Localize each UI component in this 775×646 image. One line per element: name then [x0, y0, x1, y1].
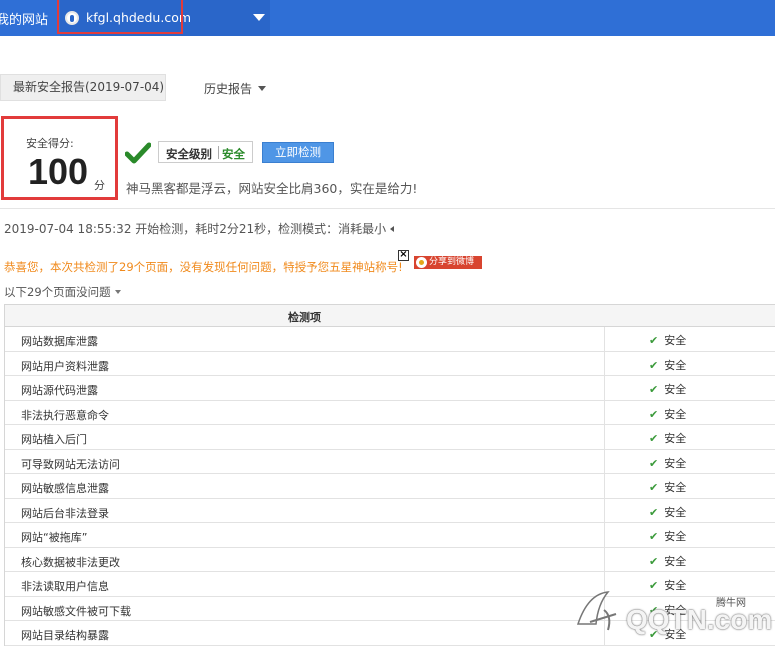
my-sites-link[interactable]: 我的网站 — [0, 9, 48, 28]
check-item-name: 可导致网站无法访问 — [21, 457, 120, 471]
check-item-status: ✔ 安全 — [604, 327, 775, 351]
security-level-label: 安全级别 — [166, 147, 212, 161]
close-icon[interactable]: × — [398, 250, 409, 261]
check-item-name: 网站用户资料泄露 — [21, 359, 109, 373]
chevron-down-icon[interactable] — [253, 14, 265, 21]
check-item-status: ✔ 安全 — [604, 425, 775, 449]
table-row: 网站“被拖库” ✔ 安全 — [5, 523, 775, 548]
slogan-text: 神马黑客都是浮云，网站安全比肩360，实在是给力! — [126, 181, 418, 196]
check-item-status: ✔ 安全 — [604, 498, 775, 522]
status-safe: ✔ 安全 — [649, 528, 686, 544]
status-safe: ✔ 安全 — [649, 406, 686, 422]
security-level-badge: 安全级别 安全 — [158, 141, 253, 163]
status-text: 安全 — [664, 407, 687, 421]
check-icon: ✔ — [649, 481, 659, 494]
watermark-brand: QQTN.com — [626, 604, 773, 635]
status-safe: ✔ 安全 — [649, 332, 686, 348]
domain-highlight-box — [57, 0, 183, 34]
score-label: 安全得分: — [26, 137, 74, 150]
qqtn-logo-icon — [576, 591, 617, 631]
check-icon: ✔ — [649, 383, 659, 396]
congrats-message: 恭喜您，本次共检测了29个页面，没有发现任何问题，特授予您五星神站称号! — [4, 260, 403, 274]
status-text: 安全 — [664, 334, 687, 347]
status-text: 安全 — [664, 505, 687, 519]
tab-history-report[interactable]: 历史报告 — [204, 80, 267, 97]
status-text: 安全 — [664, 530, 687, 543]
status-text: 安全 — [664, 432, 687, 445]
status-safe: ✔ 安全 — [649, 553, 686, 569]
check-item-status: ✔ 安全 — [604, 523, 775, 547]
check-item-status: ✔ 安全 — [604, 400, 775, 424]
check-item-status: ✔ 安全 — [604, 351, 775, 375]
status-text: 安全 — [664, 383, 687, 396]
weibo-icon — [416, 257, 427, 268]
table-row: 非法执行恶意命令 ✔ 安全 — [5, 400, 775, 425]
caret-left-icon[interactable] — [390, 226, 395, 232]
check-item-status: ✔ 安全 — [604, 449, 775, 473]
check-item-name: 网站目录结构暴露 — [21, 629, 109, 642]
pages-summary-label: 以下29个页面没问题 — [4, 285, 111, 299]
check-item-status: ✔ 安全 — [604, 547, 775, 571]
check-item-name: 网站数据库泄露 — [21, 335, 98, 348]
check-item-name: 网站后台非法登录 — [21, 506, 109, 520]
check-item-name: 网站“被拖库” — [21, 531, 88, 544]
status-text: 安全 — [664, 456, 687, 470]
check-icon: ✔ — [649, 505, 659, 519]
status-safe: ✔ 安全 — [649, 504, 686, 520]
table-row: 网站后台非法登录 ✔ 安全 — [5, 498, 775, 523]
table-row: 可导致网站无法访问 ✔ 安全 — [5, 449, 775, 474]
check-icon: ✔ — [649, 530, 659, 543]
check-item-name: 非法读取用户信息 — [21, 580, 109, 593]
table-row: 网站数据库泄露 ✔ 安全 — [5, 327, 775, 352]
check-item-name: 网站敏感信息泄露 — [21, 482, 109, 495]
table-header: 检测项 — [5, 305, 775, 327]
check-item-status: ✔ 安全 — [604, 474, 775, 498]
check-item-name: 非法执行恶意命令 — [21, 408, 109, 422]
table-row: 网站植入后门 ✔ 安全 — [5, 425, 775, 450]
check-item-name: 核心数据被非法更改 — [21, 555, 120, 569]
check-item-name: 网站源代码泄露 — [21, 384, 98, 397]
share-weibo-button[interactable]: 分享到微博 — [414, 256, 482, 269]
status-safe: ✔ 安全 — [649, 357, 686, 373]
tab-latest-report[interactable]: 最新安全报告(2019-07-04) — [0, 74, 166, 101]
check-icon: ✔ — [649, 407, 659, 421]
check-icon: ✔ — [649, 432, 659, 445]
table-row: 网站源代码泄露 ✔ 安全 — [5, 376, 775, 401]
status-safe: ✔ 安全 — [649, 381, 686, 397]
watermark: 腾牛网 QQTN.com — [568, 578, 775, 640]
table-header-label: 检测项 — [288, 311, 321, 324]
check-item-status: ✔ 安全 — [604, 376, 775, 400]
table-row: 网站敏感信息泄露 ✔ 安全 — [5, 474, 775, 499]
security-score-box: 安全得分: 100 分 — [1, 116, 118, 200]
table-row: 核心数据被非法更改 ✔ 安全 — [5, 547, 775, 572]
check-icon: ✔ — [649, 334, 659, 347]
check-icon: ✔ — [649, 456, 659, 470]
divider — [218, 146, 219, 159]
status-safe: ✔ 安全 — [649, 455, 686, 471]
pages-summary-dropdown[interactable]: 以下29个页面没问题 — [4, 284, 121, 300]
security-level-value: 安全 — [222, 147, 245, 161]
status-text: 安全 — [664, 554, 687, 568]
chevron-down-icon — [114, 290, 121, 294]
check-item-name: 网站敏感文件被可下载 — [21, 604, 131, 618]
share-weibo-label: 分享到微博 — [429, 257, 475, 267]
status-text: 安全 — [664, 481, 687, 494]
scan-info-text: 2019-07-04 18:55:32 开始检测，耗时2分21秒，检测模式：消耗… — [4, 222, 387, 236]
table-row: 网站用户资料泄露 ✔ 安全 — [5, 351, 775, 376]
check-icon: ✔ — [649, 358, 659, 372]
check-icon — [125, 142, 151, 164]
status-safe: ✔ 安全 — [649, 430, 686, 446]
status-safe: ✔ 安全 — [649, 479, 686, 495]
divider — [0, 208, 775, 209]
status-text: 安全 — [664, 358, 687, 372]
check-item-name: 网站植入后门 — [21, 433, 87, 446]
detect-now-button[interactable]: 立即检测 — [262, 142, 334, 163]
check-icon: ✔ — [649, 554, 659, 568]
tab-history-label: 历史报告 — [204, 82, 253, 96]
score-value: 100 — [28, 151, 89, 192]
score-unit: 分 — [94, 179, 105, 192]
chevron-down-icon — [258, 86, 267, 91]
scan-info: 2019-07-04 18:55:32 开始检测，耗时2分21秒，检测模式：消耗… — [4, 220, 395, 237]
